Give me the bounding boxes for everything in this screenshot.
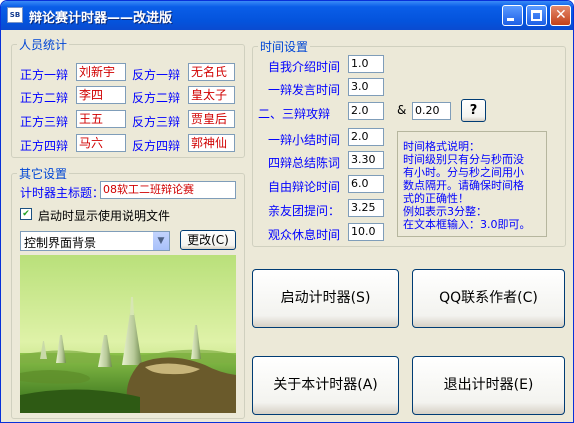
- note-line: 时间格式说明：: [403, 140, 480, 153]
- time-input-first-summary[interactable]: 2.0: [348, 128, 384, 146]
- window-title: 辩论赛计时器——改进版: [29, 11, 173, 26]
- background-select[interactable]: 控制界面背景 ▼: [20, 231, 170, 251]
- time-label-audience-question: 亲友团提问：: [268, 204, 341, 218]
- time-label-first-summary: 一辩小结时间: [268, 133, 341, 147]
- con-2-label: 反方二辩: [132, 91, 181, 105]
- main-title-label: 计时器主标题：: [20, 186, 105, 200]
- con-1-label: 反方一辩: [132, 68, 181, 82]
- change-button[interactable]: 更改(C): [180, 230, 236, 250]
- note-line: 数点隔开。请确保时间格: [403, 179, 524, 192]
- pro-3-label: 正方三辩: [20, 115, 69, 129]
- pro-1-name-input[interactable]: 刘新宇: [76, 63, 126, 81]
- pro-2-name-input[interactable]: 李四: [76, 86, 126, 104]
- personnel-legend: 人员统计: [19, 38, 68, 52]
- close-icon: ✕: [555, 7, 567, 23]
- con-4-label: 反方四辩: [132, 139, 181, 153]
- maximize-icon: [531, 10, 542, 21]
- main-title-input[interactable]: 08软工二班辩论赛: [100, 181, 236, 199]
- maximize-button[interactable]: [526, 5, 547, 26]
- close-button[interactable]: ✕: [550, 5, 571, 26]
- note-line: 例如表示3分整：: [403, 205, 487, 218]
- ampersand-label: &: [397, 103, 407, 117]
- time-input-intro[interactable]: 1.0: [348, 55, 384, 73]
- pro-4-label: 正方四辩: [20, 139, 69, 153]
- time-input-cross-exam-extra[interactable]: 0.20: [412, 102, 451, 120]
- pro-2-label: 正方二辩: [20, 91, 69, 105]
- time-label-cross-exam: 二、三辩攻辩: [258, 107, 331, 121]
- time-input-break[interactable]: 10.0: [348, 223, 384, 241]
- con-3-name-input[interactable]: 贾皇后: [188, 110, 235, 128]
- con-2-name-input[interactable]: 皇太子: [188, 86, 235, 104]
- background-preview-image: [20, 255, 236, 413]
- pro-1-label: 正方一辩: [20, 68, 69, 82]
- note-line: 在文本框输入：3.0即可。: [403, 218, 531, 231]
- time-input-first-speech[interactable]: 3.0: [348, 78, 384, 96]
- time-input-cross-exam[interactable]: 2.0: [348, 102, 384, 120]
- main-window: SB 辩论赛计时器——改进版 ✕ 人员统计 正方一辩 刘新宇 反方一辩 无名氏 …: [0, 0, 574, 423]
- show-help-label[interactable]: 启动时显示使用说明文件: [38, 207, 170, 224]
- con-4-name-input[interactable]: 郭神仙: [188, 134, 235, 152]
- time-settings-legend: 时间设置: [260, 40, 309, 54]
- minimize-icon: [507, 18, 514, 21]
- chevron-down-icon[interactable]: ▼: [152, 232, 169, 250]
- time-label-free-debate: 自由辩论时间: [268, 180, 341, 194]
- note-line: 式的正确性！: [403, 192, 469, 205]
- time-label-first-speech: 一辩发言时间: [268, 83, 341, 97]
- start-timer-button[interactable]: 启动计时器(S): [252, 269, 399, 328]
- pro-4-name-input[interactable]: 马六: [76, 134, 126, 152]
- time-label-closing: 四辩总结陈词: [268, 156, 341, 170]
- show-help-checkbox[interactable]: ✔: [20, 208, 32, 220]
- alien-landscape-image: [20, 255, 236, 413]
- other-settings-legend: 其它设置: [19, 167, 68, 181]
- exit-button[interactable]: 退出计时器(E): [412, 356, 565, 415]
- note-line: 时间级别只有分与秒而没: [403, 153, 524, 166]
- title-bar[interactable]: SB 辩论赛计时器——改进版 ✕: [1, 1, 573, 30]
- time-input-free-debate[interactable]: 6.0: [348, 175, 384, 193]
- pro-3-name-input[interactable]: 王五: [76, 110, 126, 128]
- time-label-break: 观众休息时间: [268, 228, 341, 242]
- time-label-intro: 自我介绍时间: [268, 60, 341, 74]
- help-button[interactable]: ?: [461, 99, 486, 122]
- con-1-name-input[interactable]: 无名氏: [188, 63, 235, 81]
- checkmark-icon: ✔: [22, 209, 30, 219]
- contact-author-button[interactable]: QQ联系作者(C): [412, 269, 565, 328]
- app-icon: SB: [7, 7, 23, 23]
- time-input-audience-question[interactable]: 3.25: [348, 199, 384, 217]
- about-button[interactable]: 关于本计时器(A): [252, 356, 399, 415]
- minimize-button[interactable]: [502, 5, 523, 26]
- con-3-label: 反方三辩: [132, 115, 181, 129]
- time-format-note: 时间格式说明： 时间级别只有分与秒而没 有小时。分与秒之间用小 数点隔开。请确保…: [397, 131, 547, 237]
- background-select-value: 控制界面背景: [24, 236, 97, 250]
- time-input-closing[interactable]: 3.30: [348, 151, 384, 169]
- note-line: 有小时。分与秒之间用小: [403, 166, 524, 179]
